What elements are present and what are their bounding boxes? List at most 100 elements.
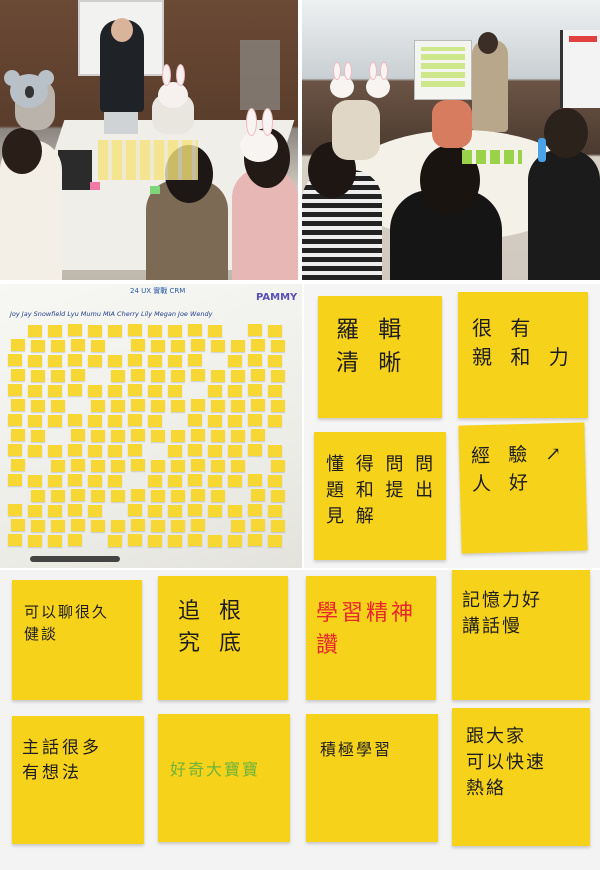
small-sticky-note [271, 490, 285, 502]
small-sticky-note [248, 414, 262, 426]
note-active-learning: 積極學習 [306, 714, 438, 842]
note-text: 經 驗 ↗ 人 好 [470, 442, 568, 495]
note-text: 好奇大寶寶 [170, 760, 261, 779]
small-sticky-note [271, 460, 285, 472]
presentation-screen [560, 30, 600, 108]
small-sticky-note [111, 400, 125, 412]
small-sticky-note [268, 475, 282, 487]
small-sticky-note [131, 399, 145, 411]
small-sticky-note [131, 369, 145, 381]
participant-mid-right [432, 100, 472, 148]
small-sticky-note [91, 400, 105, 412]
water-bottle [538, 138, 546, 162]
note-text: 追 根 究 底 [178, 599, 247, 656]
note-text: 可以聊很久 健談 [24, 603, 110, 643]
small-sticky-note [228, 385, 242, 397]
small-sticky-note [28, 415, 42, 427]
small-sticky-note [248, 504, 262, 516]
small-sticky-note [28, 475, 42, 487]
small-sticky-note [91, 490, 105, 502]
small-sticky-note [71, 369, 85, 381]
small-sticky-note [168, 445, 182, 457]
small-sticky-note [68, 384, 82, 396]
small-sticky-note [48, 385, 62, 397]
small-sticky-note [68, 474, 82, 486]
marker-tray [30, 556, 120, 562]
small-sticky-note [228, 445, 242, 457]
small-sticky-note [231, 370, 245, 382]
small-sticky-note [128, 354, 142, 366]
whiteboard-back [414, 40, 472, 100]
note-talkative: 可以聊很久 健談 [12, 580, 142, 700]
small-sticky-note [191, 519, 205, 531]
small-sticky-note [108, 535, 122, 547]
workshop-photo-right [302, 0, 600, 280]
small-sticky-note [268, 505, 282, 517]
sticky-notes-photo-1: 羅 輯 清 晰 很 有 親 和 力 懂 得 問 問 題 和 提 出 見 解 經 … [304, 284, 600, 568]
small-sticky-note [48, 445, 62, 457]
small-sticky-note [28, 325, 42, 337]
note-many-ideas: 主話很多 有想法 [12, 716, 144, 844]
small-sticky-note [188, 324, 202, 336]
board-names-row: Joy Jay Snowfield Lyu Mumu MIA Cherry Li… [10, 310, 213, 318]
small-sticky-note [108, 415, 122, 427]
small-sticky-note [168, 385, 182, 397]
small-sticky-note [248, 324, 262, 336]
small-sticky-note [51, 490, 65, 502]
small-sticky-note [268, 445, 282, 457]
participant-left-hair [2, 128, 42, 174]
small-sticky-note [8, 384, 22, 396]
small-sticky-note [171, 370, 185, 382]
note-logical-clear: 羅 輯 清 晰 [318, 296, 442, 418]
small-sticky-note [231, 520, 245, 532]
small-sticky-note [28, 355, 42, 367]
small-sticky-note [231, 430, 245, 442]
small-sticky-note [8, 474, 22, 486]
note-text: 懂 得 問 問 題 和 提 出 見 解 [326, 454, 437, 528]
small-sticky-note [91, 340, 105, 352]
small-sticky-note [111, 370, 125, 382]
laptop-2 [104, 112, 138, 134]
note-text: 積極學習 [320, 740, 393, 759]
small-sticky-note [48, 505, 62, 517]
small-sticky-note [28, 535, 42, 547]
small-sticky-note [48, 355, 62, 367]
sticky-note-board-photo: 24 UX 實戰 CRM Joy Jay Snowfield Lyu Mumu … [0, 284, 302, 568]
small-sticky-note [31, 430, 45, 442]
small-sticky-note [131, 519, 145, 531]
small-sticky-note [11, 399, 25, 411]
small-sticky-note [108, 325, 122, 337]
participant-front-right [528, 150, 600, 280]
small-sticky-note [248, 534, 262, 546]
small-sticky-note [68, 324, 82, 336]
participant-mid-left [332, 100, 380, 160]
small-sticky-note [128, 534, 142, 546]
workshop-photo-left [0, 0, 298, 280]
note-text: 學習精神 讚 [316, 601, 417, 658]
board-corner-name: PAMMY [256, 292, 298, 303]
small-sticky-note [228, 535, 242, 547]
small-sticky-note [8, 354, 22, 366]
small-sticky-note [71, 519, 85, 531]
small-sticky-note [88, 475, 102, 487]
small-sticky-note [31, 490, 45, 502]
small-sticky-note [28, 505, 42, 517]
small-sticky-note [248, 354, 262, 366]
small-sticky-note [11, 519, 25, 531]
small-sticky-note [71, 459, 85, 471]
small-sticky-note [268, 415, 282, 427]
small-sticky-note [168, 475, 182, 487]
small-sticky-note [151, 340, 165, 352]
small-sticky-note [48, 535, 62, 547]
small-sticky-note [108, 475, 122, 487]
small-sticky-note [231, 460, 245, 472]
note-learning-spirit: 學習精神 讚 [306, 576, 436, 700]
small-sticky-note [228, 355, 242, 367]
small-sticky-note [191, 459, 205, 471]
small-sticky-note [128, 384, 142, 396]
note-text: 很 有 親 和 力 [472, 316, 575, 369]
facilitator-head [478, 32, 498, 54]
small-sticky-note [8, 414, 22, 426]
participant-front-right-head [544, 108, 588, 158]
small-sticky-note [251, 339, 265, 351]
